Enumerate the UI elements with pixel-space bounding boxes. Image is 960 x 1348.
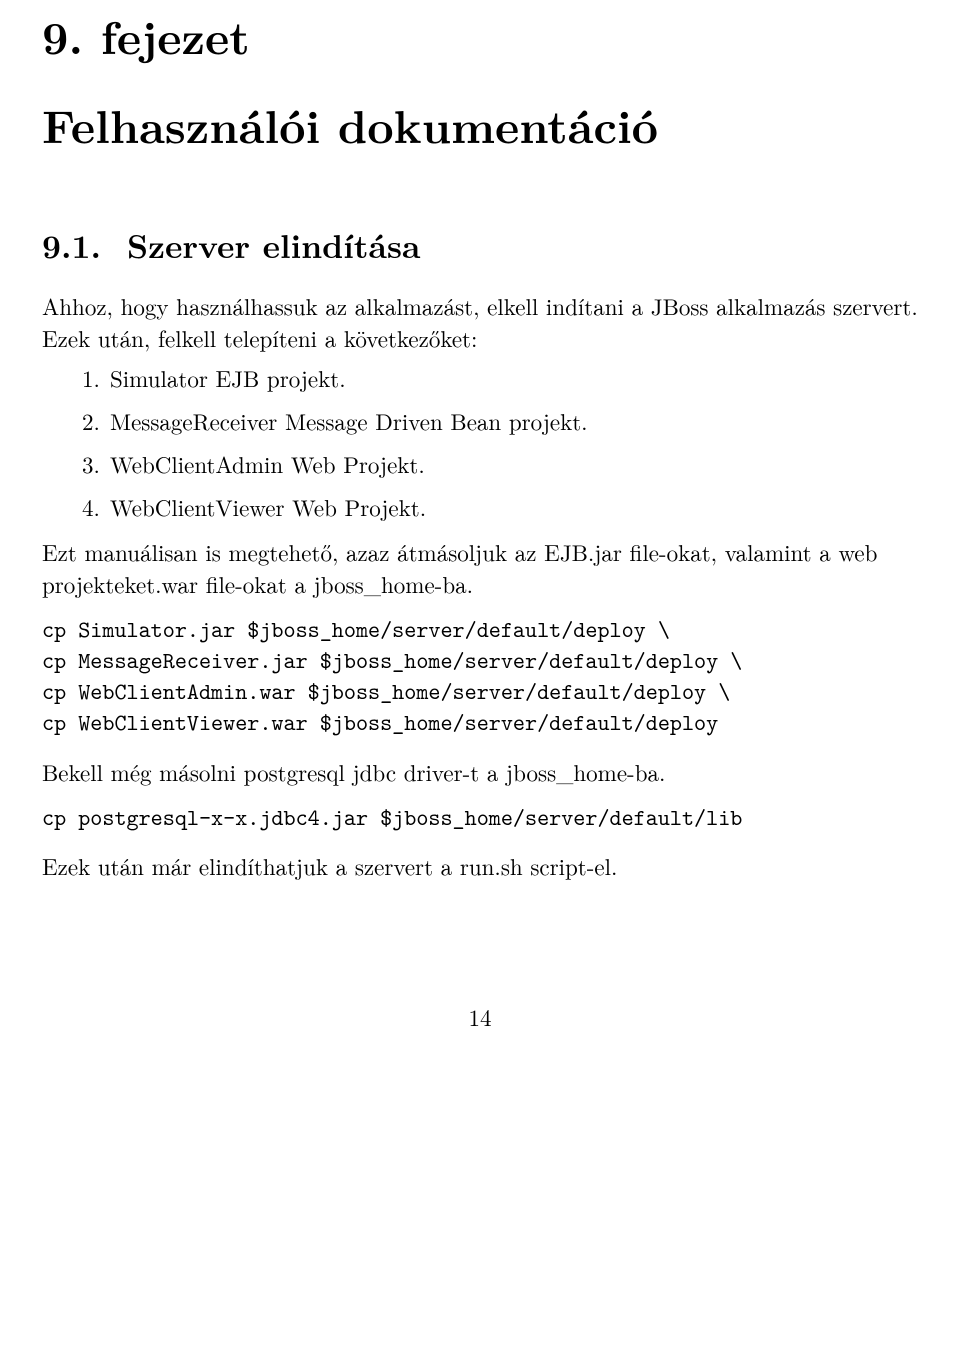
list-text: MessageReceiver Message Driven Bean proj… — [110, 404, 588, 437]
list-item: 1.Simulator EJB projekt. — [110, 362, 918, 393]
list-number: 3. — [82, 448, 110, 479]
ordered-list: 1.Simulator EJB projekt. 2.MessageReceiv… — [42, 362, 918, 522]
paragraph-run: Ezek után már elindíthatjuk a szervert a… — [42, 850, 918, 882]
code-block-deploy: cp Simulator.jar $jboss_home/server/defa… — [42, 615, 918, 739]
list-number: 4. — [82, 491, 110, 522]
list-item: 4.WebClientViewer Web Projekt. — [110, 491, 918, 522]
list-item: 3.WebClientAdmin Web Projekt. — [110, 448, 918, 479]
list-number: 1. — [82, 362, 110, 393]
section-heading: 9.1. Szerver elindítása — [42, 221, 918, 268]
list-number: 2. — [82, 405, 110, 436]
list-text: Simulator EJB projekt. — [110, 361, 346, 394]
paragraph-jdbc: Bekell még másolni postgresql jdbc drive… — [42, 756, 918, 788]
list-item: 2.MessageReceiver Message Driven Bean pr… — [110, 405, 918, 436]
list-text: WebClientViewer Web Projekt. — [110, 490, 426, 523]
section-number: 9.1. — [42, 221, 101, 268]
section-title: Szerver elindítása — [127, 221, 420, 268]
code-block-jdbc: cp postgresql-x-x.jdbc4.jar $jboss_home/… — [42, 803, 918, 834]
paragraph-manual: Ezt manuálisan is megtehető, azaz átmáso… — [42, 536, 918, 599]
paragraph-intro: Ahhoz, hogy használhassuk az alkalmazást… — [42, 290, 918, 353]
page-number: 14 — [42, 1000, 918, 1033]
page-content: 9. fejezet Felhasználói dokumentáció 9.1… — [0, 0, 960, 1033]
list-text: WebClientAdmin Web Projekt. — [110, 447, 425, 480]
chapter-title: Felhasználói dokumentáció — [42, 99, 918, 150]
chapter-label: 9. fejezet — [42, 10, 918, 61]
